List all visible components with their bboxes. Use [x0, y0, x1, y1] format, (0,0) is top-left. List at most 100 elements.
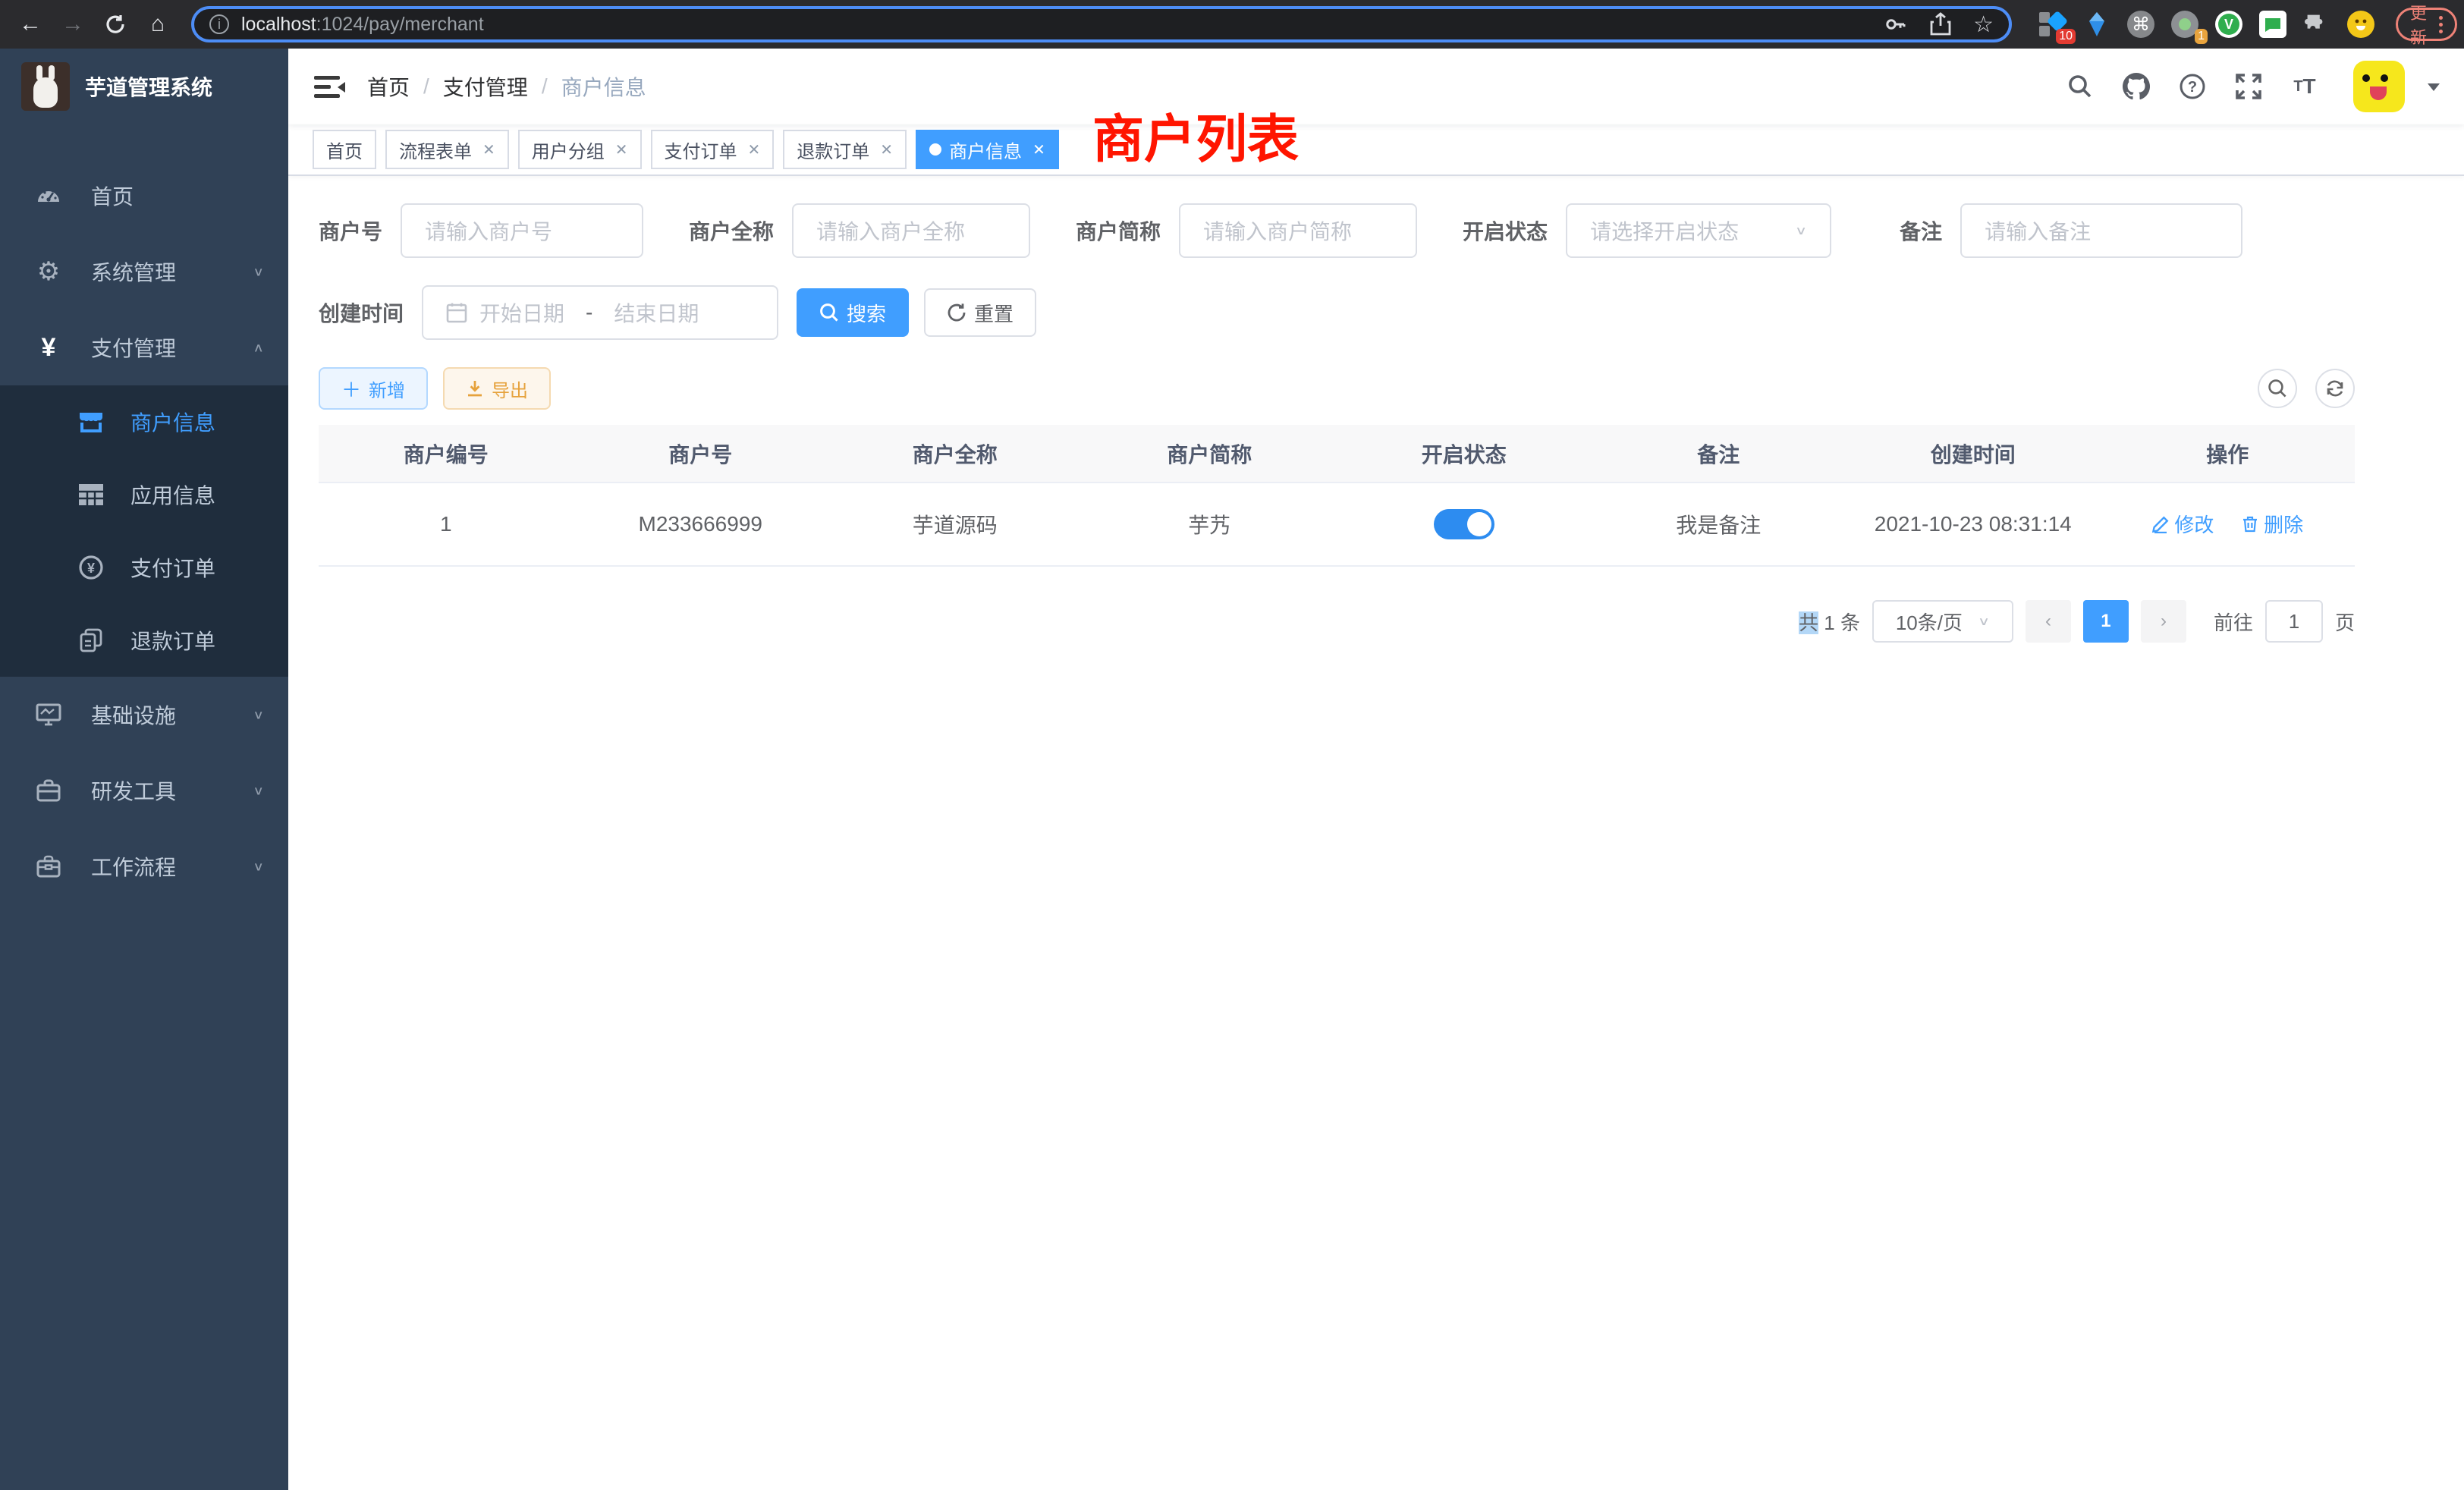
github-icon[interactable]: [2120, 70, 2153, 103]
bookmark-star-icon[interactable]: ☆: [1973, 11, 1994, 38]
breadcrumb-pay[interactable]: 支付管理: [443, 71, 528, 102]
close-icon[interactable]: ✕: [615, 140, 628, 159]
breadcrumb-current: 商户信息: [561, 71, 646, 102]
profile-emoji-icon[interactable]: [2347, 11, 2374, 38]
close-icon[interactable]: ✕: [1032, 140, 1045, 159]
status-toggle[interactable]: [1434, 509, 1494, 539]
svg-text:¥: ¥: [87, 561, 95, 576]
annotation-overlay-text: 商户列表: [1092, 97, 1299, 172]
delete-link[interactable]: 删除: [2241, 510, 2303, 538]
chevron-down-icon: ∨: [253, 264, 264, 279]
tab-merchant-info[interactable]: 商户信息✕: [916, 130, 1059, 169]
browser-update-button[interactable]: 更新: [2396, 8, 2457, 41]
tab-pay-order[interactable]: 支付订单✕: [651, 130, 775, 169]
refresh-table-button[interactable]: [2315, 369, 2355, 408]
extensions-strip: 10 ⌘ 1 V: [2039, 11, 2374, 38]
tab-home[interactable]: 首页: [313, 130, 376, 169]
create-time-range-picker[interactable]: 开始日期 - 结束日期: [422, 285, 778, 340]
store-icon: [73, 410, 109, 434]
sidebar-item-workflow[interactable]: 工作流程 ∨: [0, 828, 288, 904]
close-icon[interactable]: ✕: [482, 140, 495, 159]
status-select[interactable]: 请选择开启状态∨: [1566, 203, 1831, 258]
cell-create-time: 2021-10-23 08:31:14: [1846, 483, 2101, 566]
remark-input[interactable]: 请输入备注: [1960, 203, 2242, 258]
sidebar-item-pay[interactable]: ¥ 支付管理 ∧: [0, 310, 288, 385]
breadcrumb-separator: /: [423, 74, 429, 99]
documents-icon: [73, 628, 109, 652]
dashboard-icon: [30, 184, 67, 208]
sidebar-item-label: 商户信息: [130, 407, 215, 437]
font-size-icon[interactable]: TT: [2288, 70, 2321, 103]
browser-forward-icon[interactable]: →: [55, 6, 91, 42]
prev-page-button[interactable]: ‹: [2026, 600, 2071, 643]
tab-process-form[interactable]: 流程表单✕: [385, 130, 509, 169]
extension-blocks-icon[interactable]: 10: [2039, 11, 2066, 38]
status-label: 开启状态: [1463, 215, 1548, 246]
sidebar-item-system[interactable]: ⚙ 系统管理 ∨: [0, 234, 288, 310]
cell-merchant-no: M233666999: [574, 483, 828, 566]
close-icon[interactable]: ✕: [880, 140, 893, 159]
export-button[interactable]: 导出: [443, 367, 551, 410]
toggle-search-button[interactable]: [2258, 369, 2297, 408]
sidebar-item-pay-order[interactable]: ¥ 支付订单: [0, 531, 288, 604]
update-label: 更新: [2410, 0, 2427, 49]
date-start-placeholder: 开始日期: [479, 297, 564, 328]
fullscreen-icon[interactable]: [2232, 70, 2265, 103]
merchant-no-input[interactable]: 请输入商户号: [401, 203, 643, 258]
sidebar-item-app-info[interactable]: 应用信息: [0, 458, 288, 531]
sidebar-item-merchant-info[interactable]: 商户信息: [0, 385, 288, 458]
merchant-table: 商户编号 商户号 商户全称 商户简称 开启状态 备注 创建时间 操作 1 M23…: [319, 425, 2355, 567]
site-info-icon[interactable]: i: [209, 14, 229, 34]
search-icon: [2268, 379, 2287, 398]
sidebar-item-refund-order[interactable]: 退款订单: [0, 604, 288, 677]
avatar-caret-icon[interactable]: [2428, 83, 2440, 97]
browser-back-icon[interactable]: ←: [12, 6, 49, 42]
page-size-select[interactable]: 10条/页 ∨: [1872, 600, 2013, 643]
address-bar[interactable]: i localhost:1024/pay/merchant ☆: [191, 6, 2012, 42]
tags-view-bar: 首页 流程表单✕ 用户分组✕ 支付订单✕ 退款订单✕ 商户信息✕: [288, 124, 2464, 176]
col-actions: 操作: [2101, 425, 2356, 483]
goto-page-input[interactable]: [2265, 600, 2323, 643]
close-icon[interactable]: ✕: [748, 140, 761, 159]
edit-link[interactable]: 修改: [2151, 510, 2214, 538]
tab-user-group[interactable]: 用户分组✕: [518, 130, 642, 169]
extension-chat-icon[interactable]: [2259, 11, 2286, 38]
help-icon[interactable]: ?: [2176, 70, 2209, 103]
search-button[interactable]: 搜索: [797, 288, 909, 337]
extensions-puzzle-icon[interactable]: [2303, 11, 2330, 38]
top-navbar: 首页 / 支付管理 / 商户信息 ? TT: [288, 49, 2464, 124]
extension-gem-icon[interactable]: [2083, 11, 2110, 38]
short-name-input[interactable]: 请输入商户简称: [1179, 203, 1417, 258]
share-icon[interactable]: [1929, 12, 1952, 36]
merchant-name-input[interactable]: 请输入商户全称: [792, 203, 1030, 258]
reset-button[interactable]: 重置: [924, 288, 1036, 337]
sidebar-item-label: 退款订单: [130, 625, 215, 655]
sidebar-item-devtools[interactable]: 研发工具 ∨: [0, 753, 288, 828]
sidebar-logo[interactable]: 芋道管理系统: [0, 49, 288, 124]
sidebar-collapse-icon[interactable]: [313, 71, 343, 102]
sidebar-item-infra[interactable]: 基础设施 ∨: [0, 677, 288, 753]
extension-badge-count: 10: [2056, 29, 2076, 44]
browser-home-icon[interactable]: ⌂: [140, 6, 176, 42]
extension-vue-icon[interactable]: V: [2215, 11, 2242, 38]
pagination-total: 共 1 条: [1799, 608, 1860, 636]
sidebar-item-home[interactable]: 首页: [0, 158, 288, 234]
calendar-icon: [446, 302, 467, 323]
next-page-button[interactable]: ›: [2141, 600, 2186, 643]
browser-menu-icon[interactable]: [2439, 16, 2443, 33]
header-search-icon[interactable]: [2063, 70, 2097, 103]
breadcrumb-home[interactable]: 首页: [367, 71, 410, 102]
password-key-icon[interactable]: [1884, 12, 1908, 36]
gear-icon: ⚙: [30, 256, 67, 287]
sidebar-item-label: 支付管理: [91, 332, 176, 363]
grid-icon: [73, 484, 109, 505]
extension-session-icon[interactable]: 1: [2171, 11, 2198, 38]
user-avatar[interactable]: [2353, 61, 2405, 112]
add-button[interactable]: ＋ 新增: [319, 367, 428, 410]
extension-command-icon[interactable]: ⌘: [2127, 11, 2154, 38]
current-page-button[interactable]: 1: [2083, 600, 2129, 643]
browser-reload-icon[interactable]: [97, 6, 134, 42]
tab-refund-order[interactable]: 退款订单✕: [783, 130, 907, 169]
col-full-name: 商户全称: [828, 425, 1083, 483]
col-merchant-no: 商户号: [574, 425, 828, 483]
